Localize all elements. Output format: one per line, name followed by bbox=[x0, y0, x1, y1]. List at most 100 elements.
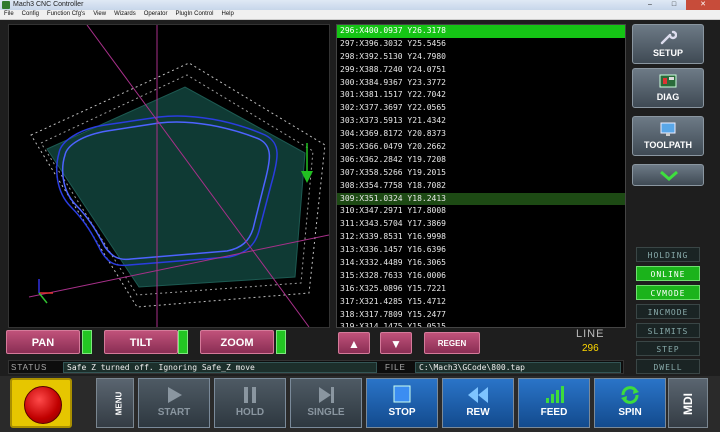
app-body: 296:X400.0937 Y26.3178 297:X396.3032 Y25.… bbox=[0, 20, 720, 432]
menu-file[interactable]: File bbox=[0, 10, 18, 19]
pan-button[interactable]: PAN bbox=[6, 330, 80, 354]
gcode-line[interactable]: 300:X384.9367 Y23.3772 bbox=[337, 77, 625, 90]
toolpath-view[interactable] bbox=[8, 24, 330, 328]
line-number: 296 bbox=[582, 343, 599, 354]
diag-button[interactable]: DIAG bbox=[632, 68, 704, 108]
line-label: LINE bbox=[576, 328, 605, 340]
menu-config[interactable]: Config bbox=[18, 10, 43, 19]
monitor-icon bbox=[660, 122, 676, 136]
gcode-line[interactable]: 305:X366.0479 Y20.2662 bbox=[337, 141, 625, 154]
single-label: SINGLE bbox=[307, 407, 345, 418]
feed-button[interactable]: FEED bbox=[518, 378, 590, 428]
gcode-line[interactable]: 316:X325.0896 Y15.7221 bbox=[337, 283, 625, 296]
menu-bar: File Config Function Cfg's View Wizards … bbox=[0, 10, 720, 20]
led-step: STEP bbox=[636, 341, 700, 356]
maximize-button[interactable]: □ bbox=[662, 0, 686, 10]
pan-indicator bbox=[82, 330, 92, 354]
gcode-line[interactable]: 313:X336.1457 Y16.6396 bbox=[337, 244, 625, 257]
menu-help[interactable]: Help bbox=[217, 10, 237, 19]
gcode-line[interactable]: 308:X354.7758 Y18.7082 bbox=[337, 180, 625, 193]
led-dwell: DWELL bbox=[636, 359, 700, 374]
window-title: Mach3 CNC Controller bbox=[13, 1, 84, 8]
gcode-line[interactable]: 312:X339.8531 Y16.9998 bbox=[337, 231, 625, 244]
led-incmode: INCMODE bbox=[636, 304, 700, 319]
menu-operator[interactable]: Operator bbox=[140, 10, 172, 19]
menu-function-cfgs[interactable]: Function Cfg's bbox=[43, 10, 89, 19]
gcode-line[interactable]: 311:X343.5704 Y17.3869 bbox=[337, 218, 625, 231]
rewind-icon bbox=[468, 387, 488, 403]
stop-button[interactable]: STOP bbox=[366, 378, 438, 428]
hold-button[interactable]: HOLD bbox=[214, 378, 286, 428]
gcode-line[interactable]: 302:X377.3697 Y22.0565 bbox=[337, 102, 625, 115]
gcode-line[interactable]: 306:X362.2842 Y19.7208 bbox=[337, 154, 625, 167]
play-icon bbox=[168, 387, 182, 403]
stop-icon bbox=[393, 385, 411, 403]
spindle-button[interactable]: SPIN bbox=[594, 378, 666, 428]
minimize-button[interactable]: – bbox=[638, 0, 662, 10]
regen-button[interactable]: REGEN bbox=[424, 332, 480, 354]
tilt-button[interactable]: TILT bbox=[104, 330, 178, 354]
start-label: START bbox=[157, 407, 191, 418]
mdi-label: MDI bbox=[681, 393, 695, 415]
rewind-label: REW bbox=[466, 407, 490, 418]
stop-label: STOP bbox=[388, 407, 416, 418]
toolpath-button[interactable]: TOOLPATH bbox=[632, 116, 704, 156]
gcode-line[interactable]: 298:X392.5130 Y24.7980 bbox=[337, 51, 625, 64]
pause-icon bbox=[244, 387, 256, 403]
rewind-button[interactable]: REW bbox=[442, 378, 514, 428]
gcode-line[interactable]: 301:X381.1517 Y22.7042 bbox=[337, 89, 625, 102]
gcode-line[interactable]: 309:X351.0324 Y18.2413 bbox=[337, 192, 625, 206]
gcode-line[interactable]: 317:X321.4285 Y15.4712 bbox=[337, 296, 625, 309]
setup-button[interactable]: SETUP bbox=[632, 24, 704, 64]
reset-button[interactable] bbox=[10, 378, 72, 428]
tilt-indicator bbox=[178, 330, 188, 354]
arrow-down-icon: ▼ bbox=[390, 337, 402, 351]
gcode-list[interactable]: 296:X400.0937 Y26.3178 297:X396.3032 Y25.… bbox=[336, 24, 626, 328]
gcode-line[interactable]: 315:X328.7633 Y16.0006 bbox=[337, 270, 625, 283]
gcode-line[interactable]: 314:X332.4489 Y16.3065 bbox=[337, 257, 625, 270]
gcode-line[interactable]: 299:X388.7240 Y24.0751 bbox=[337, 64, 625, 77]
menu-button[interactable]: MENU bbox=[96, 378, 134, 428]
app-icon bbox=[2, 1, 10, 9]
gcode-line[interactable]: 297:X396.3032 Y25.5456 bbox=[337, 38, 625, 51]
led-slimits: SLIMITS bbox=[636, 323, 700, 338]
menu-label: MENU bbox=[114, 391, 124, 416]
feed-icon bbox=[546, 386, 564, 403]
arrow-up-icon: ▲ bbox=[348, 337, 360, 351]
gcode-line[interactable]: 303:X373.5913 Y21.4342 bbox=[337, 115, 625, 128]
led-online: ONLINE bbox=[636, 266, 700, 281]
scroll-up-button[interactable]: ▲ bbox=[338, 332, 370, 354]
single-button[interactable]: SINGLE bbox=[290, 378, 362, 428]
menu-wizards[interactable]: Wizards bbox=[110, 10, 140, 19]
scroll-down-button[interactable] bbox=[632, 164, 704, 186]
gcode-line[interactable]: 307:X358.5266 Y19.2015 bbox=[337, 167, 625, 180]
file-path: C:\Mach3\GCode\800.tap bbox=[415, 362, 621, 373]
status-bar: STATUS Safe Z turned off. Ignoring Safe_… bbox=[8, 360, 624, 374]
wrench-icon bbox=[660, 30, 677, 45]
gcode-line-current[interactable]: 296:X400.0937 Y26.3178 bbox=[337, 25, 625, 38]
setup-label: SETUP bbox=[652, 48, 683, 58]
feed-label: FEED bbox=[540, 407, 568, 418]
menu-plugin-control[interactable]: PlugIn Control bbox=[171, 10, 217, 19]
menu-view[interactable]: View bbox=[89, 10, 110, 19]
close-button[interactable]: ✕ bbox=[686, 0, 720, 10]
gcode-line[interactable]: 304:X369.8172 Y20.8373 bbox=[337, 128, 625, 141]
gcode-line[interactable]: 310:X347.2971 Y17.8008 bbox=[337, 205, 625, 218]
diagnostics-icon bbox=[659, 74, 677, 88]
title-bar: Mach3 CNC Controller – □ ✕ bbox=[0, 0, 720, 10]
spindle-icon bbox=[621, 386, 639, 404]
scroll-line-down-button[interactable]: ▼ bbox=[380, 332, 412, 354]
chevron-down-icon bbox=[660, 170, 678, 181]
control-bar: MENU START HOLD SINGLE STOP REW FEED SPI… bbox=[0, 376, 720, 432]
gcode-line[interactable]: 318:X317.7809 Y15.2477 bbox=[337, 309, 625, 322]
emergency-stop-icon bbox=[24, 386, 62, 424]
start-button[interactable]: START bbox=[138, 378, 210, 428]
zoom-indicator bbox=[276, 330, 286, 354]
hold-label: HOLD bbox=[235, 407, 265, 418]
zoom-button[interactable]: ZOOM bbox=[200, 330, 274, 354]
status-label: STATUS bbox=[11, 363, 48, 372]
status-message: Safe Z turned off. Ignoring Safe_Z move bbox=[63, 362, 377, 373]
toolpath-graphic bbox=[28, 24, 330, 328]
mdi-button[interactable]: MDI bbox=[668, 378, 708, 428]
led-holding: HOLDING bbox=[636, 247, 700, 262]
